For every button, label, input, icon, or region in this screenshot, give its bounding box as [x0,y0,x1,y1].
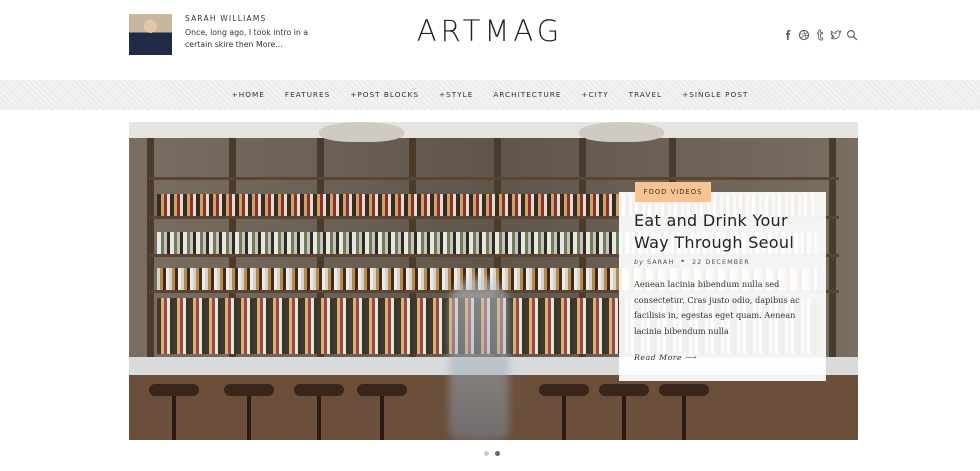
nav-item-style[interactable]: +STYLE [439,90,473,99]
bar-stool [294,384,344,396]
post-meta: by SARAH • 22 DECEMBER [634,257,750,267]
bar-stool [357,384,407,396]
blurred-person [449,277,509,440]
nav-item-home[interactable]: +HOME [232,90,265,99]
bar-stool [539,384,589,396]
nav-item-architecture[interactable]: ARCHITECTURE [493,90,561,99]
facebook-icon[interactable] [782,26,794,40]
nav-item-post-blocks[interactable]: +POST BLOCKS [350,90,419,99]
bar-stool [599,384,649,396]
bar-stool-leg [622,396,626,440]
nav-menu: +HOME FEATURES +POST BLOCKS +STYLE ARCHI… [0,90,980,99]
nav-item-single-post[interactable]: +SINGLE POST [682,90,748,99]
ceiling [129,122,858,138]
social-icons [782,26,858,41]
slider-pagination [484,451,500,456]
meta-by: by [634,258,644,266]
meta-separator: • [680,257,686,266]
tumblr-icon[interactable] [814,26,826,41]
category-tag[interactable]: FOOD VIDEOS [635,182,711,202]
bar-stool-leg [317,396,321,440]
nav-item-travel[interactable]: TRAVEL [629,90,662,99]
twitter-icon[interactable] [830,26,842,40]
meta-date: 22 DECEMBER [691,258,750,266]
main-navigation: +HOME FEATURES +POST BLOCKS +STYLE ARCHI… [0,80,980,110]
read-more-link[interactable]: Read More ⟶ [634,353,697,362]
dribbble-icon[interactable] [798,26,810,41]
bar-stool-leg [562,396,566,440]
bar-stool [659,384,709,396]
slider-dot[interactable] [484,451,489,456]
bar-stool [149,384,199,396]
pendant-lamp [319,122,404,142]
post-title[interactable]: Eat and Drink Your Way Through Seoul [634,210,819,254]
nav-item-features[interactable]: FEATURES [285,90,330,99]
shelf [149,177,839,180]
post-excerpt: Aenean lacinia bibendum nulla sed consec… [634,279,800,336]
slider-dot-active[interactable] [495,451,500,456]
search-icon[interactable] [846,26,858,41]
site-header: SARAH WILLIAMS Once, long ago, I took in… [0,0,980,80]
bar-stool-leg [247,396,251,440]
pendant-lamp [579,122,664,142]
nav-item-city[interactable]: +CITY [581,90,608,99]
bar-stool-leg [172,396,176,440]
bar-stool-leg [380,396,384,440]
meta-author[interactable]: SARAH [647,258,674,266]
bar-stool-leg [682,396,686,440]
bar-stool [224,384,274,396]
